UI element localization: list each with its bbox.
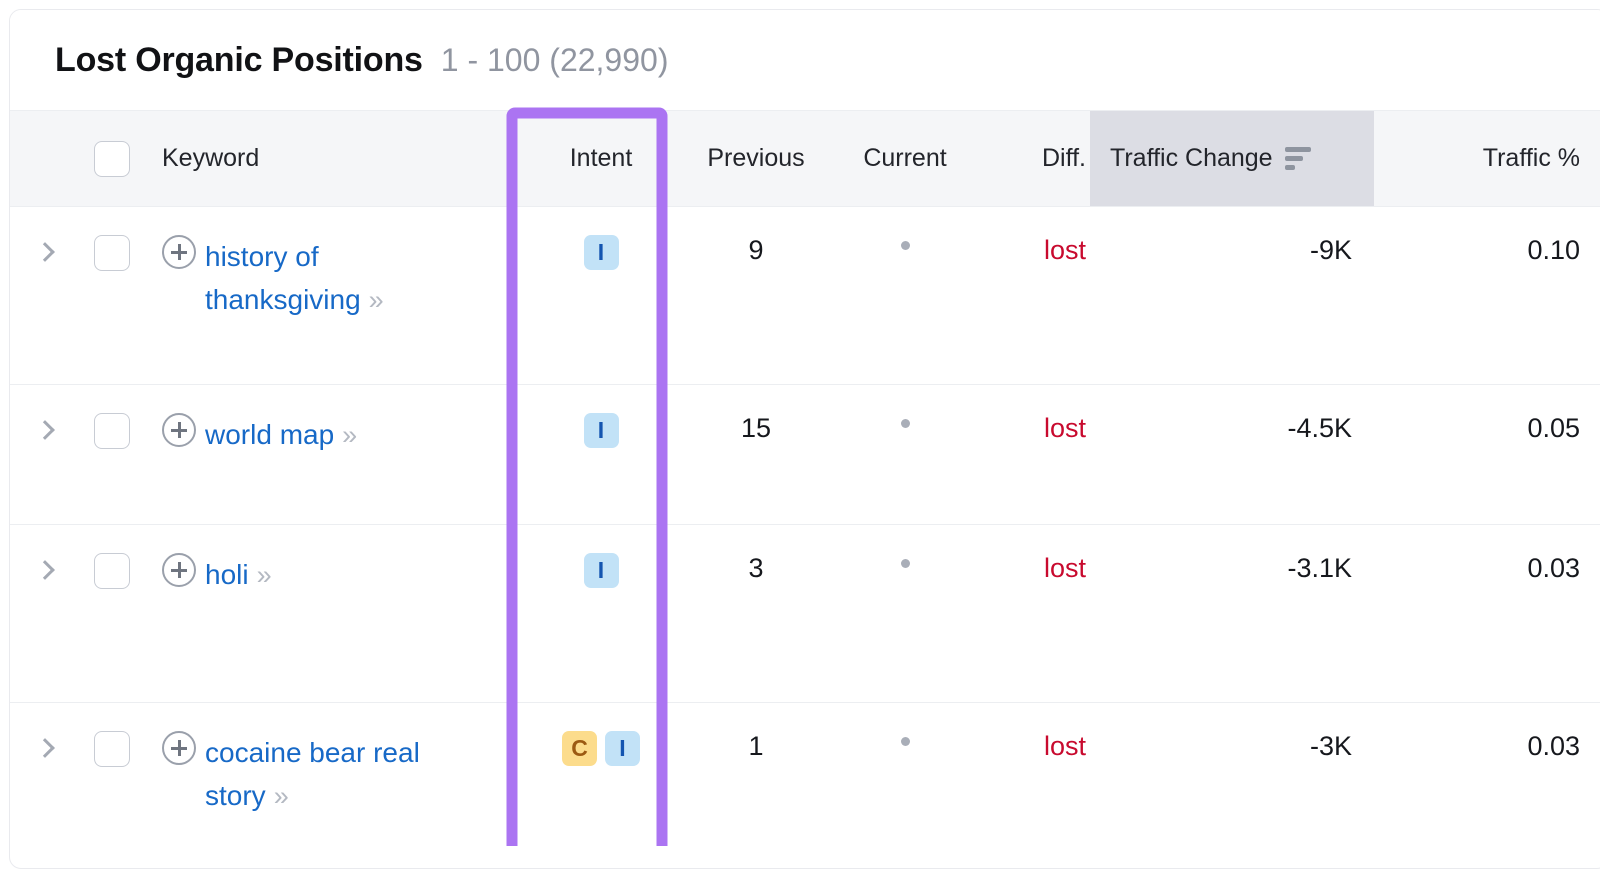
add-keyword-icon[interactable] [162,731,196,765]
select-all-header-cell[interactable] [80,111,144,207]
column-header-current[interactable]: Current [830,111,980,207]
row-expand-cell[interactable] [10,525,80,703]
no-position-dot-icon [901,241,910,250]
table-row[interactable]: world map» I 15 lost-4.5K0.05 [10,385,1600,525]
column-header-intent[interactable]: Intent [520,111,682,207]
add-keyword-icon[interactable] [162,413,196,447]
diff-cell: lost [980,525,1090,703]
intent-badge-group: CI [562,731,640,766]
intent-badge-group: I [584,235,619,270]
keyword-link[interactable]: cocaine bear real story» [205,731,465,818]
no-position-dot-icon [901,737,910,746]
keyword-serp-chevrons-icon[interactable]: » [257,560,269,590]
intent-badge-i[interactable]: I [584,235,619,270]
select-all-checkbox[interactable] [94,141,130,177]
keyword-link[interactable]: history of thanksgiving» [205,235,465,322]
column-header-traffic-change-label: Traffic Change [1110,144,1273,173]
current-position-cell [830,525,980,703]
intent-badge-group: I [584,553,619,588]
intent-cell: CI [520,703,682,853]
table-row[interactable]: history of thanksgiving» I 9 lost-9K0.10 [10,207,1600,385]
row-checkbox[interactable] [94,553,130,589]
row-select-cell[interactable] [80,207,144,385]
diff-status-label: lost [1044,553,1086,583]
no-position-dot-icon [901,559,910,568]
keyword-serp-chevrons-icon[interactable]: » [274,781,286,811]
intent-badge-i[interactable]: I [584,413,619,448]
column-header-traffic-change[interactable]: Traffic Change [1090,111,1374,207]
previous-position-cell: 3 [682,525,830,703]
table-row[interactable]: holi» I 3 lost-3.1K0.03 [10,525,1600,703]
traffic-change-cell: -4.5K [1090,385,1374,525]
keyword-link[interactable]: holi» [205,553,269,597]
row-expand-cell[interactable] [10,385,80,525]
traffic-change-cell: -3.1K [1090,525,1374,703]
no-position-dot-icon [901,419,910,428]
row-checkbox[interactable] [94,235,130,271]
intent-badge-i[interactable]: I [584,553,619,588]
traffic-percent-cell: 0.03 [1374,703,1600,853]
previous-position-cell: 9 [682,207,830,385]
lost-organic-positions-panel: Lost Organic Positions 1 - 100 (22,990) … [9,9,1600,869]
table-body: history of thanksgiving»I9lost-9K0.10wor… [10,207,1600,853]
traffic-percent-cell: 0.10 [1374,207,1600,385]
column-header-keyword[interactable]: Keyword [144,111,520,207]
diff-cell: lost [980,385,1090,525]
intent-cell: I [520,525,682,703]
intent-cell: I [520,207,682,385]
row-expand-cell[interactable] [10,207,80,385]
previous-position-cell: 1 [682,703,830,853]
result-range-label: 1 - 100 (22,990) [441,42,669,79]
keyword-cell: cocaine bear real story» [144,703,520,853]
keyword-serp-chevrons-icon[interactable]: » [342,420,354,450]
expand-column-header [10,111,80,207]
intent-badge-c[interactable]: C [562,731,597,766]
page-title: Lost Organic Positions [55,41,423,80]
diff-cell: lost [980,703,1090,853]
diff-status-label: lost [1044,235,1086,265]
chevron-right-icon[interactable] [35,420,55,440]
keyword-cell: holi» [144,525,520,703]
current-position-cell [830,207,980,385]
row-expand-cell[interactable] [10,703,80,853]
traffic-change-cell: -9K [1090,207,1374,385]
intent-badge-group: I [584,413,619,448]
row-select-cell[interactable] [80,703,144,853]
add-keyword-icon[interactable] [162,235,196,269]
add-keyword-icon[interactable] [162,553,196,587]
row-checkbox[interactable] [94,413,130,449]
keyword-cell: world map» [144,385,520,525]
intent-badge-i[interactable]: I [605,731,640,766]
intent-cell: I [520,385,682,525]
traffic-percent-cell: 0.05 [1374,385,1600,525]
diff-cell: lost [980,207,1090,385]
current-position-cell [830,703,980,853]
row-select-cell[interactable] [80,385,144,525]
diff-status-label: lost [1044,413,1086,443]
traffic-change-cell: -3K [1090,703,1374,853]
keyword-serp-chevrons-icon[interactable]: » [369,285,381,315]
table-row[interactable]: cocaine bear real story» CI 1 lost-3K0.03 [10,703,1600,853]
keyword-link[interactable]: world map» [205,413,354,457]
chevron-right-icon[interactable] [35,738,55,758]
diff-status-label: lost [1044,731,1086,761]
column-header-diff[interactable]: Diff. [980,111,1090,207]
sort-descending-icon[interactable] [1285,147,1311,170]
row-select-cell[interactable] [80,525,144,703]
panel-header: Lost Organic Positions 1 - 100 (22,990) [10,10,1600,110]
lost-positions-table: Keyword Intent Previous Current Diff. Tr… [10,110,1600,853]
chevron-right-icon[interactable] [35,242,55,262]
column-header-traffic-percent[interactable]: Traffic % [1374,111,1600,207]
previous-position-cell: 15 [682,385,830,525]
chevron-right-icon[interactable] [35,560,55,580]
current-position-cell [830,385,980,525]
row-checkbox[interactable] [94,731,130,767]
column-header-previous[interactable]: Previous [682,111,830,207]
table-header-row: Keyword Intent Previous Current Diff. Tr… [10,111,1600,207]
keyword-cell: history of thanksgiving» [144,207,520,385]
traffic-percent-cell: 0.03 [1374,525,1600,703]
